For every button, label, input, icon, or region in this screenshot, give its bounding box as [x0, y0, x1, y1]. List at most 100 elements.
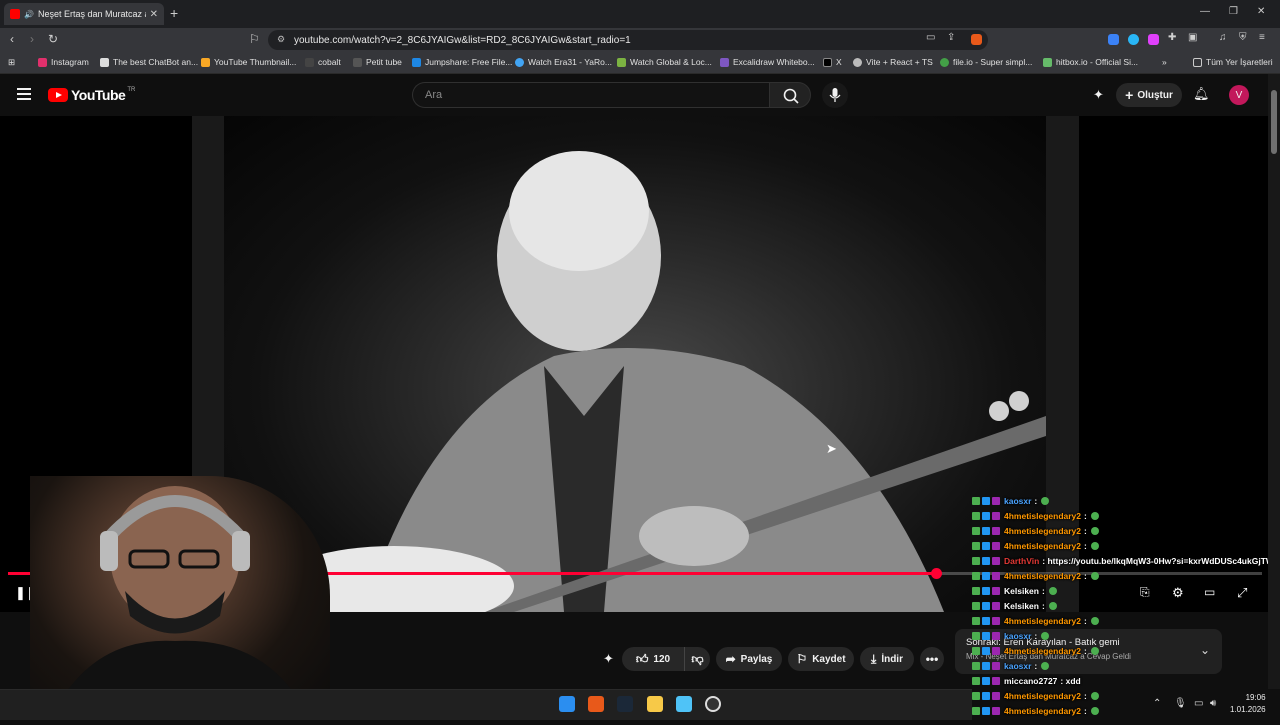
chat-badge-icon	[972, 602, 980, 610]
chat-badge-icon	[972, 707, 980, 715]
bookmarks-bar: ⊞ Instagram The best ChatBot an... YouTu…	[0, 52, 1280, 74]
youtube-favicon-icon	[10, 9, 20, 19]
thumbs-down-icon: 👎︎	[691, 651, 704, 666]
browser-tab[interactable]: 🔊 Neşet Ertaş dan Muratcaz a C ✕	[4, 3, 164, 25]
all-bookmarks[interactable]: Tüm Yer İşaretleri	[1193, 57, 1273, 67]
url-text: youtube.com/watch?v=2_8C6JYAIGw&list=RD2…	[294, 34, 631, 46]
apps-icon[interactable]: ⊞	[8, 57, 15, 68]
extension-icon[interactable]	[1148, 34, 1159, 45]
forward-icon[interactable]: ›	[30, 32, 34, 46]
bookmark-item[interactable]: Jumpshare: Free File...	[412, 57, 512, 67]
gemini-sparkle-icon[interactable]: ✦	[1093, 87, 1104, 103]
chat-emote-icon	[1090, 542, 1099, 550]
ask-sparkle-icon[interactable]: ✦	[603, 651, 614, 667]
save-button[interactable]: ⚐ Kaydet	[788, 647, 854, 671]
bookmark-item[interactable]: Watch Era31 - YaRo...	[515, 57, 612, 67]
extension-icon[interactable]	[1128, 34, 1139, 45]
vpn-icon[interactable]: ⛨	[1239, 32, 1247, 43]
close-tab-icon[interactable]: ✕	[150, 9, 158, 20]
chat-text: :	[1084, 526, 1087, 536]
chat-badge-icon	[972, 692, 980, 700]
brave-browser-icon[interactable]	[588, 696, 604, 712]
bookmark-item[interactable]: Excalidraw Whitebo...	[720, 57, 815, 67]
bookmark-item[interactable]: Watch Global & Loc...	[617, 57, 712, 67]
extensions-puzzle-icon[interactable]: ✚	[1168, 32, 1176, 43]
chat-username: 4hmetislegendary2	[1004, 616, 1082, 626]
hamburger-menu-icon[interactable]	[17, 88, 31, 100]
page-scrollbar[interactable]	[1268, 74, 1280, 689]
scrubber-handle[interactable]	[930, 568, 942, 579]
chat-message: 4hmetislegendary2:	[972, 539, 1099, 553]
more-actions-button[interactable]: •••	[920, 647, 944, 671]
chat-message: DarthVin: https://youtu.be/lkqMqW3-0Hw?s…	[972, 554, 1268, 568]
share-icon[interactable]: ⇪	[947, 32, 955, 43]
back-icon[interactable]: ‹	[10, 32, 14, 46]
chat-message: 4hmetislegendary2:	[972, 614, 1099, 628]
bookmark-item[interactable]: Instagram	[38, 57, 89, 67]
more-dots-icon: •••	[925, 652, 939, 666]
download-button[interactable]: ⤓ İndir	[860, 647, 914, 671]
search-input[interactable]: Ara	[412, 82, 769, 108]
like-button[interactable]: 👍︎ 120	[622, 647, 684, 671]
youtube-header: YouTube TR Ara ✦ + Oluştur 🔔︎ V	[0, 74, 1268, 116]
photos-icon[interactable]	[676, 696, 692, 712]
minimize-icon[interactable]: —	[1200, 6, 1210, 17]
chat-badge-icon	[982, 647, 990, 655]
bookmark-icon: ⚐	[796, 652, 808, 666]
sidebar-icon[interactable]: ▣	[1188, 32, 1197, 43]
bookmark-page-icon[interactable]: ⚐	[249, 32, 260, 46]
share-button[interactable]: ➦ Paylaş	[716, 647, 782, 671]
bookmark-item[interactable]: file.io - Super simpl...	[940, 57, 1032, 67]
video-frame[interactable]	[224, 116, 1046, 612]
windows-taskbar	[0, 689, 972, 720]
file-explorer-icon[interactable]	[647, 696, 663, 712]
bookmark-item[interactable]: hitbox.io - Official Si...	[1043, 57, 1138, 67]
bookmark-item[interactable]: cobalt	[305, 57, 341, 67]
scrollbar-thumb[interactable]	[1271, 90, 1277, 154]
chat-emote-icon	[1048, 587, 1057, 595]
chat-message: 4hmetislegendary2:	[972, 644, 1099, 658]
microphone-tray-icon[interactable]: 🎙︎	[1174, 698, 1187, 709]
chat-badge-icon	[992, 662, 1000, 670]
volume-icon[interactable]: 🔊︎	[1210, 698, 1216, 709]
brave-shield-icon[interactable]	[971, 34, 982, 45]
bookmark-item[interactable]: Petit tube	[353, 57, 402, 67]
youtube-logo[interactable]: YouTube TR	[48, 87, 135, 103]
chat-text: :	[1034, 631, 1038, 641]
chat-badge-icon	[992, 677, 1000, 685]
search-button[interactable]	[769, 82, 811, 108]
new-tab-icon[interactable]: +	[170, 5, 178, 21]
notifications-bell-icon[interactable]: 🔔︎	[1193, 86, 1210, 102]
chat-text: :	[1034, 661, 1038, 671]
bookmark-item[interactable]: Vite + React + TS	[853, 57, 933, 67]
extension-icon[interactable]	[1108, 34, 1119, 45]
close-window-icon[interactable]: ✕	[1257, 6, 1265, 17]
chat-username: 4hmetislegendary2	[1004, 511, 1082, 521]
more-bookmarks-icon[interactable]: »	[1162, 57, 1167, 67]
network-icon[interactable]: ▭	[1194, 698, 1203, 709]
avatar[interactable]: V	[1229, 85, 1249, 105]
speaker-icon[interactable]: 🔊	[24, 10, 34, 19]
bookmark-item[interactable]: The best ChatBot an...	[100, 57, 198, 67]
music-icon[interactable]: ♫	[1219, 32, 1227, 43]
chat-text: : xdd	[1060, 676, 1081, 686]
voice-search-button[interactable]	[822, 82, 848, 108]
plus-icon: +	[1125, 87, 1134, 103]
tray-chevron-up-icon[interactable]: ⌃	[1153, 698, 1161, 709]
menu-icon[interactable]: ≡	[1259, 32, 1265, 43]
create-button[interactable]: + Oluştur	[1116, 83, 1182, 107]
x-icon	[823, 57, 832, 67]
bookmark-item[interactable]: X	[823, 57, 842, 67]
windows-start-icon[interactable]	[559, 696, 575, 712]
chat-text: :	[1084, 691, 1087, 701]
obs-icon[interactable]	[705, 696, 721, 712]
system-clock[interactable]: 19:06 1.01.2026	[1230, 692, 1266, 716]
restore-icon[interactable]: ❐	[1229, 6, 1238, 17]
bookmark-item[interactable]: YouTube Thumbnail...	[201, 57, 296, 67]
dislike-button[interactable]: 👎︎	[684, 647, 710, 671]
reload-icon[interactable]: ↻	[48, 32, 58, 46]
cast-icon[interactable]: ▭	[926, 32, 935, 43]
site-info-icon[interactable]: ⚙	[277, 34, 285, 45]
steam-icon[interactable]	[617, 696, 633, 712]
address-bar[interactable]: ⚙ youtube.com/watch?v=2_8C6JYAIGw&list=R…	[268, 30, 988, 50]
